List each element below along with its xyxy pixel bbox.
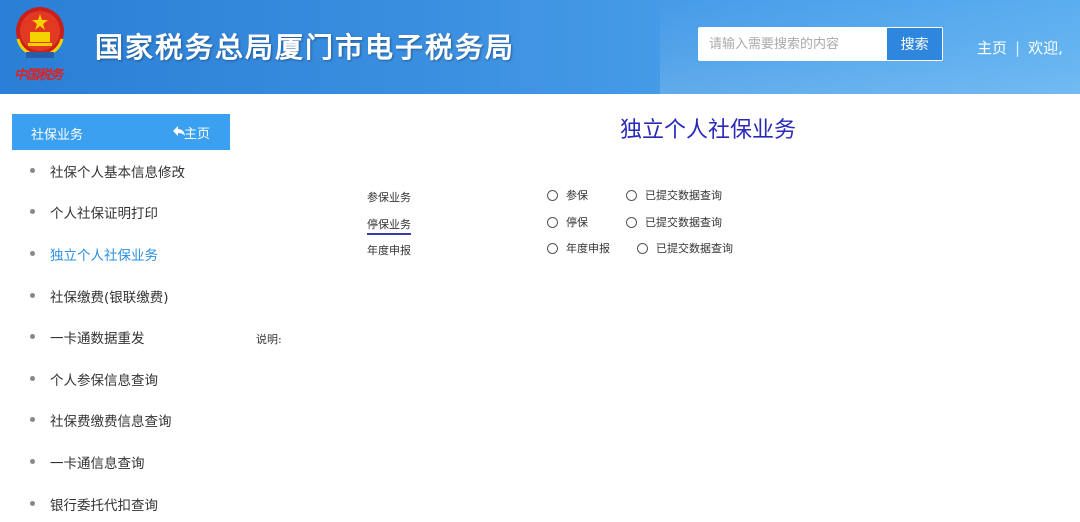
search-button[interactable]: 搜索	[886, 28, 942, 60]
tax-logo-text: 中国税务	[14, 68, 63, 83]
bullet-icon	[30, 458, 35, 464]
sidebar-item-label: 独立个人社保业务	[50, 247, 158, 264]
radio-circle-icon[interactable]	[547, 216, 558, 228]
welcome-text: 欢迎,	[1028, 39, 1063, 57]
sidebar-item-unionpay-payment[interactable]: 社保缴费(银联缴费)	[30, 275, 230, 317]
radio-label: 停保	[566, 216, 588, 229]
nav-separator: |	[1015, 39, 1021, 57]
radio-circle-icon[interactable]	[547, 189, 558, 201]
sidebar-home-link[interactable]: 主页	[184, 123, 210, 142]
sidebar-item-label: 一卡通信息查询	[50, 455, 145, 472]
bullet-icon	[30, 375, 35, 381]
radio-label: 年度申报	[566, 242, 610, 255]
national-emblem-icon	[16, 7, 64, 58]
sidebar-item-label: 社保缴费(银联缴费)	[50, 289, 169, 306]
radio-stop-query[interactable]: 已提交数据查询	[626, 214, 722, 230]
radio-enroll-query[interactable]: 已提交数据查询	[626, 187, 722, 203]
radio-stop[interactable]: 停保	[547, 214, 588, 230]
sidebar-item-bank-deduction-query[interactable]: 银行委托代扣查询	[30, 483, 230, 522]
sidebar-item-card-info-query[interactable]: 一卡通信息查询	[30, 441, 230, 483]
row-label: 年度申报	[367, 244, 411, 257]
sidebar-item-certificate-print[interactable]: 个人社保证明打印	[30, 192, 230, 234]
sidebar-item-label: 银行委托代扣查询	[50, 497, 158, 514]
radio-label: 参保	[566, 189, 588, 202]
radio-circle-icon[interactable]	[626, 216, 637, 228]
search-bar: 搜索	[698, 27, 943, 61]
sidebar-item-insurance-info-query[interactable]: 个人参保信息查询	[30, 358, 230, 400]
row-enroll: 参保业务 参保 已提交数据查询	[367, 187, 767, 207]
bullet-icon	[30, 417, 35, 423]
search-input[interactable]	[699, 28, 887, 60]
row-label: 参保业务	[367, 191, 411, 204]
radio-enroll[interactable]: 参保	[547, 187, 588, 203]
row-stop: 停保业务 停保 已提交数据查询	[367, 214, 767, 235]
site-title: 国家税务总局厦门市电子税务局	[95, 31, 516, 64]
sidebar-header: 社保业务 主页	[12, 114, 230, 150]
sidebar-item-card-data-resend[interactable]: 一卡通数据重发	[30, 316, 230, 358]
radio-annual-query[interactable]: 已提交数据查询	[637, 240, 733, 256]
sidebar-title: 社保业务	[31, 128, 84, 143]
sidebar-menu: 社保个人基本信息修改 个人社保证明打印 独立个人社保业务 社保缴费(银联缴费) …	[30, 150, 230, 522]
sidebar-item-label: 社保费缴费信息查询	[50, 414, 172, 431]
sidebar-item-independent-social-security[interactable]: 独立个人社保业务	[30, 233, 230, 275]
sidebar-item-payment-info-query[interactable]: 社保费缴费信息查询	[30, 400, 230, 442]
bullet-icon	[30, 250, 35, 256]
sidebar-item-label: 一卡通数据重发	[50, 331, 145, 348]
radio-circle-icon[interactable]	[547, 242, 558, 254]
sidebar-item-label: 个人参保信息查询	[50, 372, 158, 389]
bullet-icon	[30, 334, 35, 340]
radio-label: 已提交数据查询	[656, 242, 733, 255]
radio-label: 已提交数据查询	[645, 216, 722, 229]
nav-home-link[interactable]: 主页	[977, 39, 1007, 57]
note-label: 说明:	[256, 333, 282, 346]
sidebar-item-basic-info-edit[interactable]: 社保个人基本信息修改	[30, 150, 230, 192]
top-nav: 主页 | 欢迎,	[977, 37, 1063, 58]
row-annual: 年度申报 年度申报 已提交数据查询	[367, 240, 767, 260]
sidebar-item-label: 个人社保证明打印	[50, 206, 158, 223]
page-title: 独立个人社保业务	[620, 118, 797, 143]
radio-label: 已提交数据查询	[645, 189, 722, 202]
bullet-icon	[30, 292, 35, 298]
row-label: 停保业务	[367, 216, 411, 235]
bullet-icon	[30, 500, 35, 506]
site-header: 中国税务 国家税务总局厦门市电子税务局 搜索 主页 | 欢迎,	[0, 0, 1080, 94]
radio-annual[interactable]: 年度申报	[547, 240, 610, 256]
radio-circle-icon[interactable]	[637, 242, 648, 254]
bullet-icon	[30, 167, 35, 173]
radio-circle-icon[interactable]	[626, 189, 637, 201]
bullet-icon	[30, 209, 35, 215]
sidebar-item-label: 社保个人基本信息修改	[50, 164, 185, 181]
